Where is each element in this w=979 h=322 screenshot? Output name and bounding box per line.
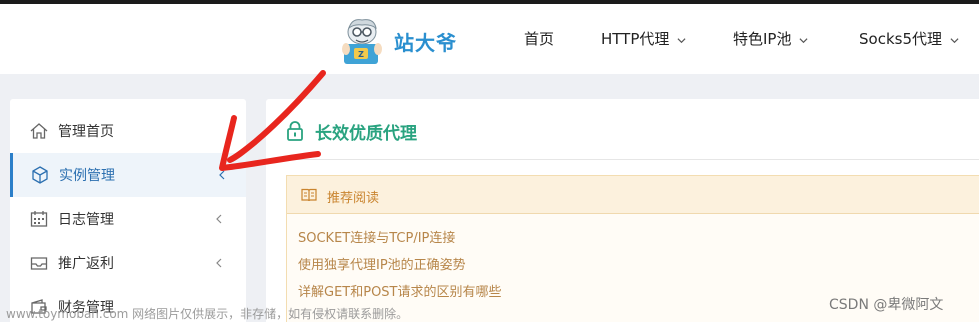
sidebar-item-logs[interactable]: 日志管理 [10, 197, 246, 241]
cube-icon [32, 166, 48, 184]
notice-header: 推荐阅读 [287, 176, 979, 214]
lock-icon [287, 121, 303, 141]
nav-home-label: 首页 [524, 30, 555, 48]
home-icon [30, 123, 48, 139]
article-link[interactable]: SOCKET连接与TCP/IP连接 [298, 227, 455, 246]
main-panel: 长效优质代理 推荐阅读 SOCKET连接与TCP/IP连接 使用独享代理IP池的… [266, 99, 979, 322]
nav-socks5-proxy[interactable]: Socks5代理 [859, 28, 959, 49]
chevron-down-icon [799, 38, 808, 44]
watermark-toymoban: www.toymoban.com 网络图片仅供展示，非存储，如有侵权请联系删除。 [6, 307, 409, 321]
chevron-left-icon [219, 170, 225, 180]
watermark-csdn: CSDN @卑微阿文 [829, 297, 944, 313]
sidebar-item-label: 日志管理 [58, 212, 114, 228]
nav-socks5-proxy-label: Socks5代理 [859, 30, 942, 48]
top-header: Z 站大爷 首页 HTTP代理 特色IP池 Socks5代理 [0, 4, 979, 74]
nav-http-proxy[interactable]: HTTP代理 [601, 28, 686, 49]
nav-http-proxy-label: HTTP代理 [601, 30, 670, 48]
article-link[interactable]: 使用独享代理IP池的正确姿势 [298, 254, 466, 273]
chevron-left-icon [216, 258, 222, 268]
nav-home[interactable]: 首页 [524, 28, 554, 49]
inbox-icon [30, 257, 48, 270]
sidebar: 管理首页 实例管理 日志管理 推广返利 财务管理 [10, 99, 246, 322]
calendar-icon [30, 211, 48, 227]
sidebar-item-referral[interactable]: 推广返利 [10, 241, 246, 285]
sidebar-item-label: 管理首页 [58, 124, 114, 140]
sidebar-item-instances[interactable]: 实例管理 [10, 153, 246, 197]
sidebar-item-dashboard[interactable]: 管理首页 [10, 109, 246, 153]
top-nav: 首页 HTTP代理 特色IP池 Socks5代理 [0, 28, 979, 58]
sidebar-item-label: 推广返利 [58, 256, 114, 272]
chevron-left-icon [216, 214, 222, 224]
sidebar-item-label: 实例管理 [59, 168, 115, 184]
article-link[interactable]: 详解GET和POST请求的区别有哪些 [298, 281, 502, 300]
nav-ip-pool[interactable]: 特色IP池 [733, 28, 808, 49]
chevron-down-icon [677, 38, 686, 44]
book-icon [301, 188, 317, 202]
notice-title: 推荐阅读 [327, 191, 380, 206]
main-header: 长效优质代理 [266, 99, 979, 160]
page-title: 长效优质代理 [315, 124, 417, 144]
chevron-down-icon [950, 38, 959, 44]
nav-ip-pool-label: 特色IP池 [733, 30, 792, 48]
